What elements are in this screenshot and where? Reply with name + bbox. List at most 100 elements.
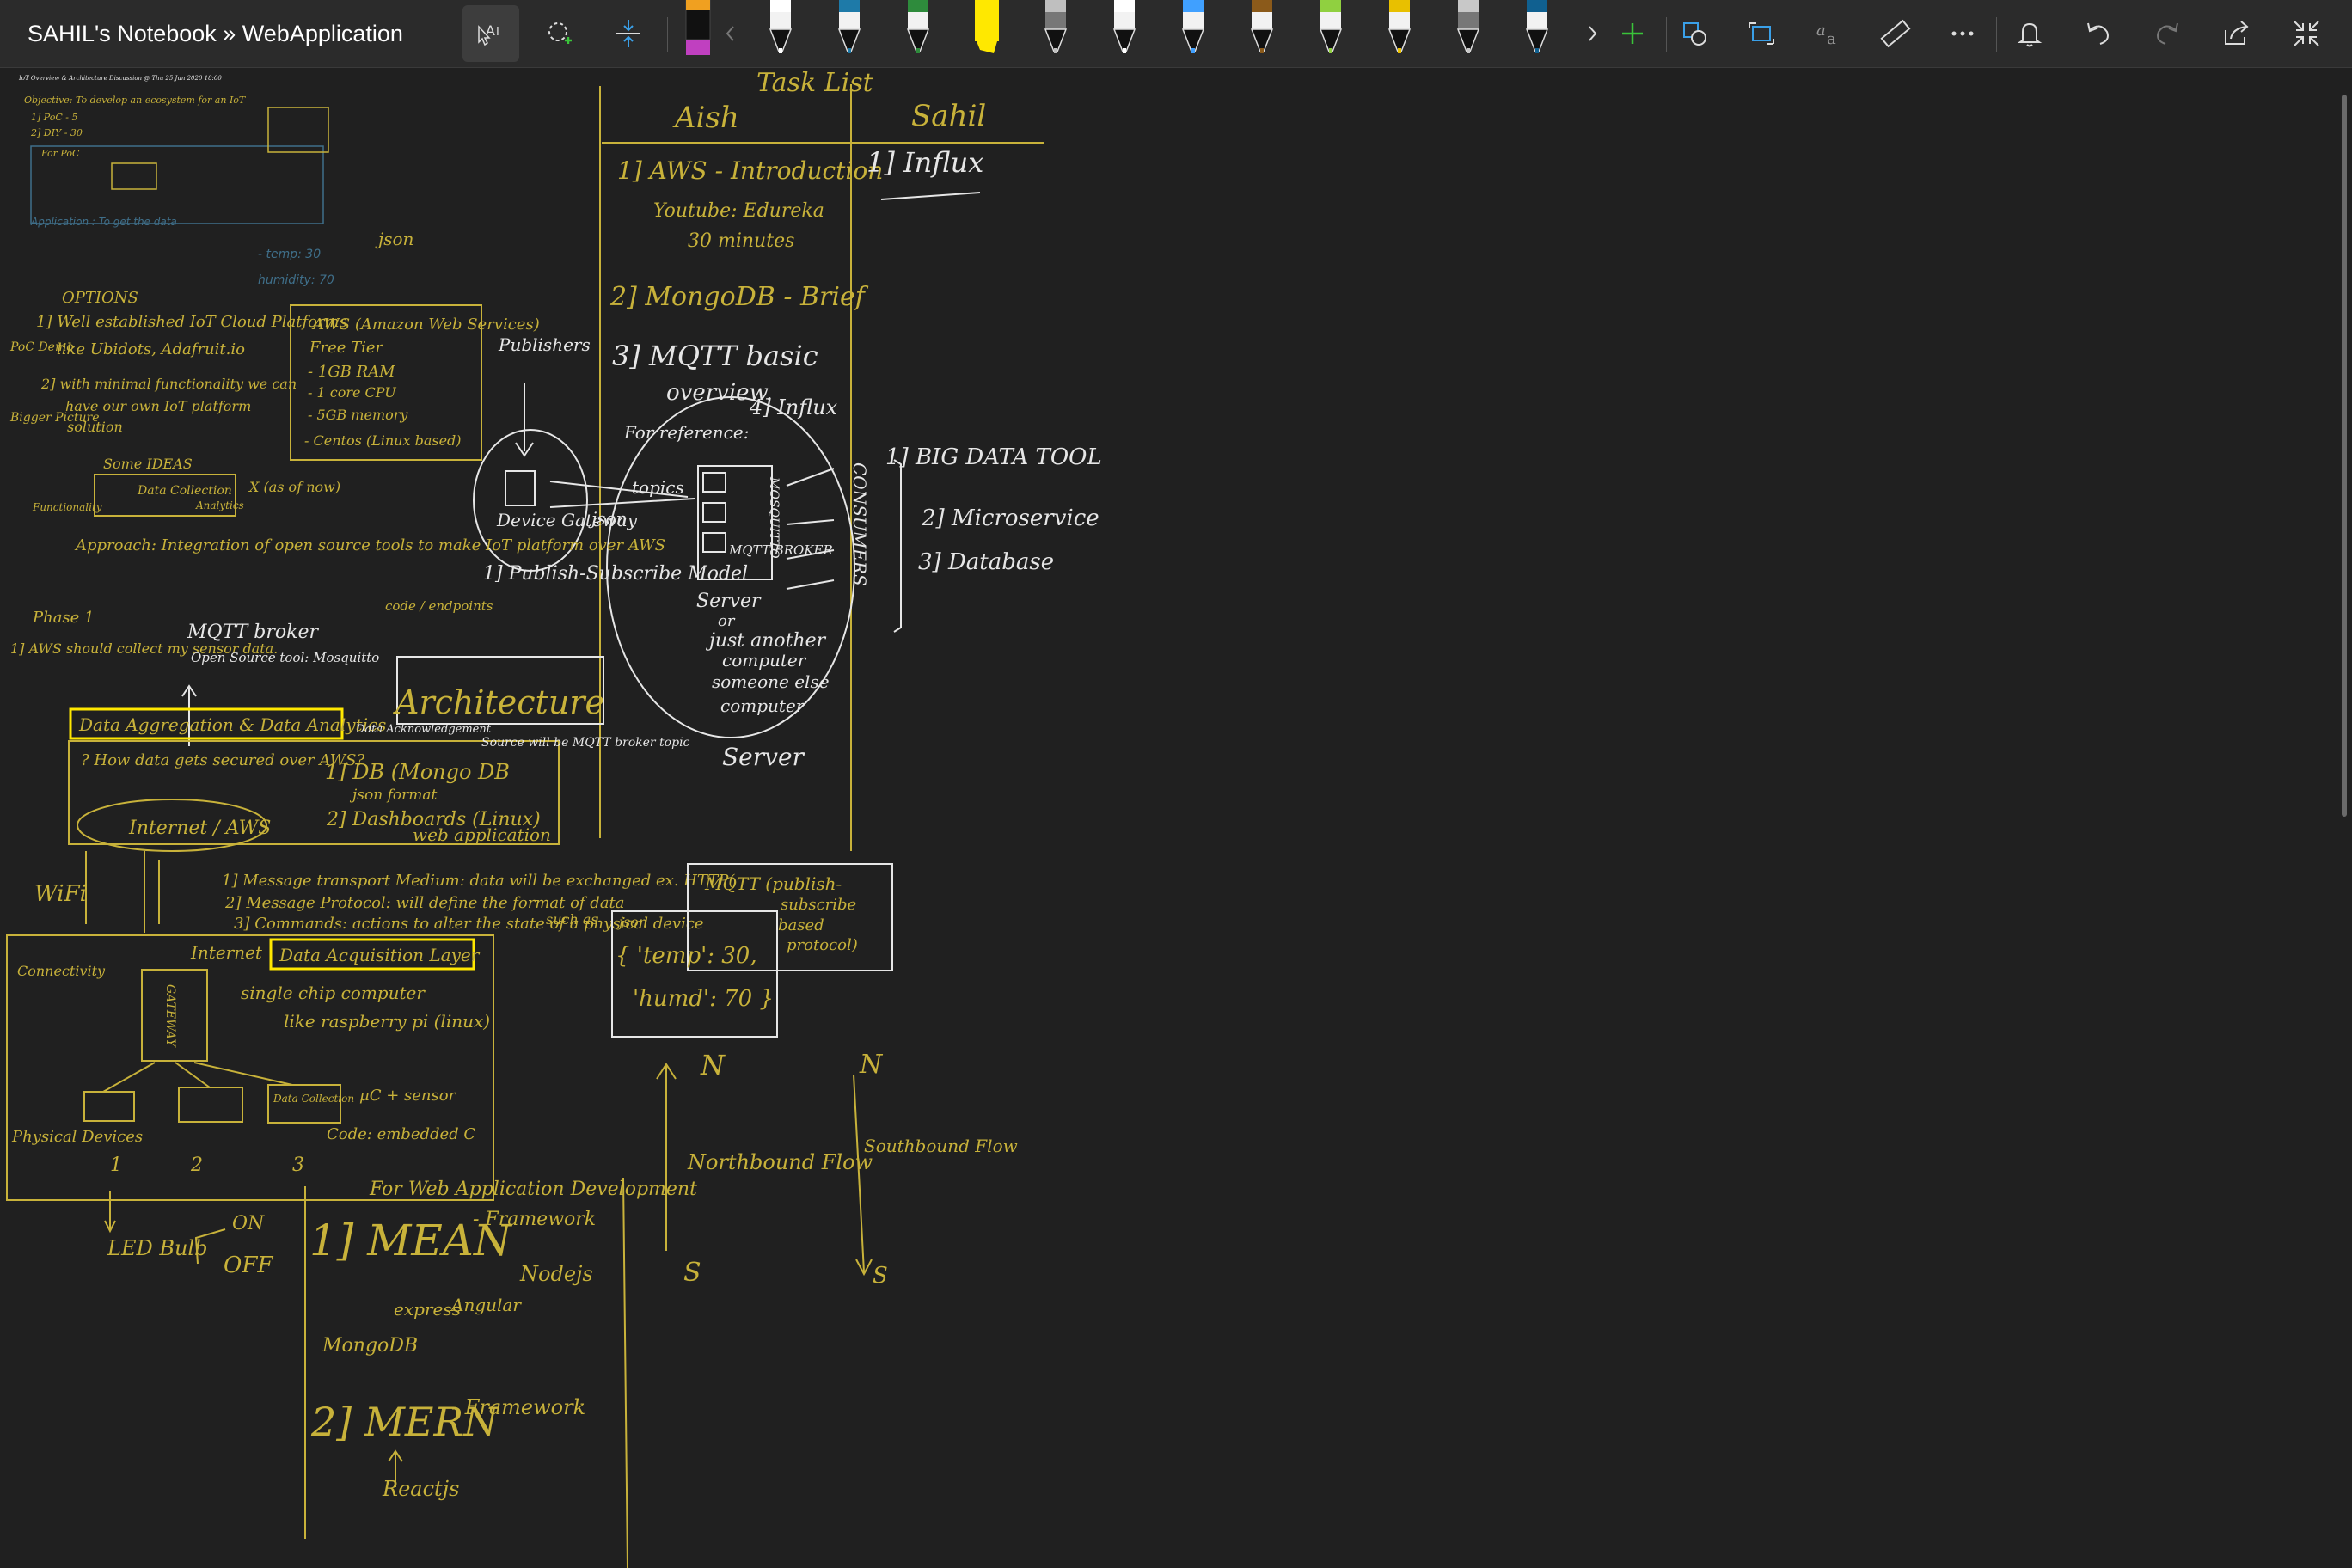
code-endpoints: code / endpoints (385, 598, 493, 614)
webapp-item: web application (413, 824, 551, 845)
vertical-scrollbar[interactable] (2342, 95, 2347, 817)
internet-aws: Internet / AWS (128, 818, 271, 839)
south-label: S (683, 1258, 701, 1288)
ink-to-text-button[interactable]: A I (462, 5, 519, 62)
share-button[interactable] (2208, 5, 2264, 62)
pen-pen-9[interactable] (1312, 0, 1350, 57)
lasso-select-button[interactable] (531, 5, 588, 62)
pen-pen-8[interactable] (1243, 0, 1281, 57)
meeting-title: IoT Overview & Architecture Discussion @… (18, 75, 222, 82)
math-icon: a a (1816, 21, 1836, 48)
pen-pen-12[interactable] (1518, 0, 1556, 57)
pen-pen-6[interactable] (1106, 0, 1143, 57)
reactjs-label: Reactjs (382, 1477, 459, 1501)
col-sahil: Sahil (911, 99, 986, 133)
pen-icon (1250, 0, 1274, 53)
pen-icon (906, 0, 930, 53)
server-text: computer (722, 650, 807, 671)
north-label-2: N (859, 1050, 884, 1080)
pen-pen-1[interactable] (762, 0, 799, 57)
chevron-right-icon (1589, 26, 1597, 41)
undo-button[interactable] (2070, 5, 2127, 62)
internet-label: Internet (190, 942, 263, 963)
consumers-vertical: CONSUMERS (849, 462, 870, 586)
pen-icon (769, 0, 793, 53)
pen-pencil-11[interactable] (1449, 0, 1487, 57)
southbound-label: Southbound Flow (864, 1136, 1018, 1156)
on-label: ON (232, 1213, 265, 1234)
svg-text:a: a (1816, 21, 1826, 40)
server-text: computer (720, 695, 805, 716)
acq-layer-heading: Data Acquisition Layer (279, 945, 481, 965)
physical-devices-label: Physical Devices (11, 1128, 143, 1146)
ruler-icon (1880, 19, 1911, 48)
angular-label: Angular (450, 1295, 522, 1315)
data-ack: Data Acknowledgement (355, 723, 492, 736)
pen-galaxy-7[interactable] (1174, 0, 1212, 57)
pen-icon (1319, 0, 1343, 53)
side-label: Bigger Picture (9, 411, 99, 425)
pen-pen-10[interactable] (1381, 0, 1418, 57)
aish-item: 30 minutes (688, 230, 794, 252)
server-text: or (718, 612, 736, 630)
option-item: 2] with minimal functionality we can (40, 376, 297, 392)
chevron-left-icon (726, 26, 734, 41)
marker-icon (685, 0, 711, 55)
more-icon (1951, 31, 1974, 36)
ruler-button[interactable] (1867, 5, 1924, 62)
pen-icon (1387, 0, 1412, 53)
temp-line: - temp: 30 (258, 248, 321, 261)
pencil-icon (1044, 0, 1068, 53)
mqtt-box-line: based (778, 916, 824, 934)
pubsub-model-label: 1] Publish-Subscribe Model (483, 563, 748, 585)
nodejs-label: Nodejs (519, 1262, 593, 1286)
northbound-label: Northbound Flow (687, 1150, 873, 1174)
option-item: Data Collection (137, 484, 232, 498)
json-small: json (375, 229, 413, 249)
pen-pen-2[interactable] (830, 0, 868, 57)
shapes-button[interactable] (1666, 5, 1723, 62)
convert-button[interactable] (1733, 5, 1790, 62)
add-space-button[interactable] (600, 5, 657, 62)
diy-line: 2] DIY - 30 (30, 127, 83, 138)
redo-button[interactable] (2139, 5, 2196, 62)
mqtt-box-line: MQTT (publish- (704, 873, 842, 894)
json-box-line: json (616, 914, 647, 930)
consumer-item: 2] Microservice (921, 505, 1099, 531)
plus-icon (1622, 23, 1643, 44)
flow-block: N S Northbound Flow N S Southbound Flow (656, 1049, 1018, 1289)
pens-scroll-left-button[interactable] (719, 5, 743, 62)
message-point: 1] Message transport Medium: data will b… (222, 872, 735, 890)
wifi-label: WiFi (34, 881, 87, 907)
data-collection-label: Data Collection (273, 1093, 354, 1105)
humidity-line: humidity: 70 (258, 273, 334, 287)
options-heading: OPTIONS (62, 289, 138, 307)
separator (1996, 17, 1997, 52)
svg-text:a: a (1827, 30, 1836, 48)
notification-button[interactable] (2001, 5, 2058, 62)
ink-drawing[interactable]: Task List Aish Sahil 1] AWS - Introducti… (0, 69, 2352, 1568)
mqtt-broker: MQTT broker (187, 622, 320, 643)
math-button[interactable]: a a (1800, 5, 1857, 62)
pen-highlighter-4[interactable] (968, 0, 1006, 57)
pens-scroll-right-button[interactable] (1580, 5, 1604, 62)
ink-to-text-icon: A I (478, 22, 499, 46)
col-aish: Aish (672, 101, 739, 135)
notebook-title: SAHIL's Notebook » WebApplication (28, 21, 403, 46)
more-button[interactable] (1934, 5, 1991, 62)
option-item: Some IDEAS (103, 456, 193, 472)
toolbar: SAHIL's Notebook » WebApplication A I a … (0, 0, 2352, 68)
sbc-label: single chip computer (241, 983, 426, 1003)
db-item: 1] DB (Mongo DB (325, 760, 510, 784)
aws-box-line: - 5GB memory (308, 407, 408, 423)
mongodb-label: MongoDB (322, 1335, 418, 1357)
pen-pencil-5[interactable] (1037, 0, 1075, 57)
code-c-label: Code: embedded C (327, 1125, 475, 1143)
pen-marker-0[interactable] (679, 0, 717, 57)
add-pen-button[interactable] (1604, 5, 1661, 62)
pen-pen-3[interactable] (899, 0, 937, 57)
such-as: such as (546, 911, 598, 928)
option-item: X (as of now) (248, 479, 340, 495)
convert-icon (1749, 22, 1774, 45)
collapse-button[interactable] (2278, 5, 2335, 62)
